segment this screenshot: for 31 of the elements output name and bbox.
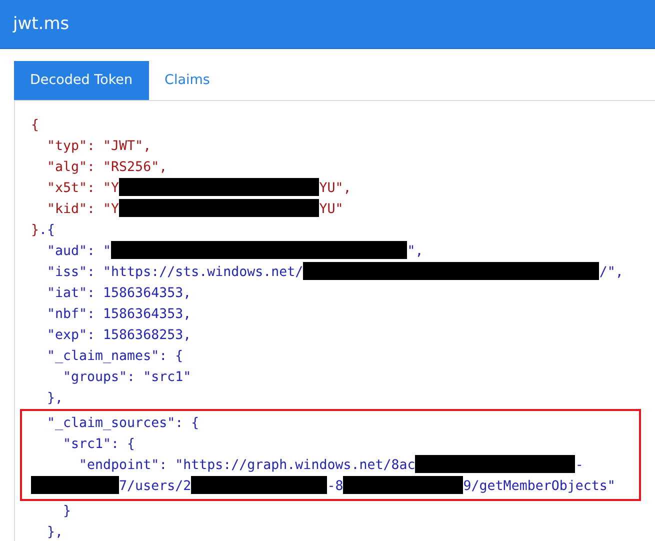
code-text: "aud": " <box>47 244 112 259</box>
code-text: - <box>575 458 584 473</box>
code-text: "typ": "JWT", <box>47 139 152 154</box>
code-text: YU" <box>319 202 344 217</box>
code-text: "_claim_names": { <box>47 349 184 364</box>
code-text: "src1": { <box>63 437 136 452</box>
code-text: }, <box>47 391 64 406</box>
code-text: ", <box>407 244 424 259</box>
code-text: "kid": "Y <box>47 202 120 217</box>
code-text: YU", <box>319 181 352 196</box>
code-text: 9/getMemberObjects" <box>463 479 616 494</box>
code-text: }, <box>47 525 64 540</box>
code-text: -8 <box>327 479 344 494</box>
code-text: .{ <box>39 223 56 238</box>
code-text: "_claim_sources": { <box>47 416 200 431</box>
code-text: "endpoint": "https://graph.windows.net/8ac <box>79 458 416 473</box>
tab[interactable]: Claims <box>148 61 226 100</box>
code-text: "iat": 1586364353, <box>47 286 192 301</box>
code-text: "groups": "src1" <box>63 370 192 385</box>
code-text: 7/users/2 <box>119 479 192 494</box>
code-text: } <box>63 504 72 519</box>
code-text: "nbf": 1586364353, <box>47 307 192 322</box>
app-title: jwt.ms <box>13 14 70 34</box>
code-text: { <box>31 118 40 133</box>
code-text: "iss": "https://sts.windows.net/ <box>47 265 304 280</box>
code-text: "exp": 1586368253, <box>47 328 192 343</box>
code-text: "alg": "RS256", <box>47 160 168 175</box>
code-text: } <box>31 223 40 238</box>
code-text: /", <box>599 265 624 280</box>
code-text: "x5t": "Y <box>47 181 120 196</box>
tab[interactable]: Decoded Token <box>14 61 149 100</box>
